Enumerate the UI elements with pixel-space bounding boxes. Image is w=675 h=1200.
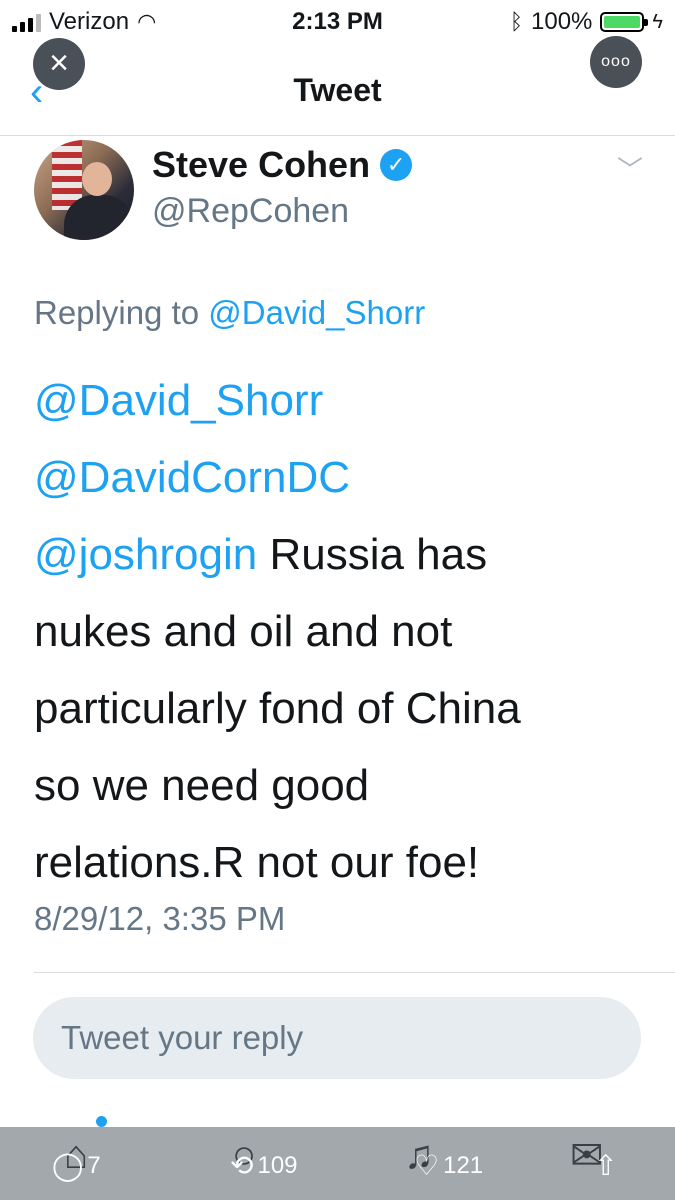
author-name-row[interactable]: Steve Cohen ✓ bbox=[152, 144, 413, 186]
retweet-action[interactable]: ⟲ 109 bbox=[230, 1149, 298, 1182]
notification-dot bbox=[96, 1116, 107, 1127]
tweet-text-line: relations.R not our foe! bbox=[34, 838, 480, 887]
charging-icon: ϟ bbox=[652, 10, 663, 33]
avatar[interactable] bbox=[34, 140, 134, 240]
bluetooth-icon: ᛒ bbox=[509, 9, 524, 34]
mention-link[interactable]: @DavidCornDC bbox=[34, 453, 350, 502]
more-icon: ooo bbox=[601, 53, 631, 70]
mention-link[interactable]: @joshrogin bbox=[34, 530, 257, 579]
tweet-text: @David_Shorr @DavidCornDC @joshrogin Rus… bbox=[34, 362, 634, 901]
tweet-text-line: so we need good bbox=[34, 761, 370, 810]
verified-badge-icon: ✓ bbox=[380, 149, 413, 181]
retweet-count: 109 bbox=[257, 1151, 298, 1179]
tweet-text-line: Russia has bbox=[257, 530, 488, 579]
share-icon: ⇧ bbox=[594, 1150, 618, 1181]
share-action[interactable]: ⇧ bbox=[594, 1149, 617, 1182]
reply-input[interactable]: Tweet your reply bbox=[33, 997, 641, 1079]
retweet-icon: ⟲ bbox=[230, 1150, 254, 1181]
like-action[interactable]: ♡ 121 bbox=[414, 1149, 483, 1182]
replying-to: Replying to @David_Shorr bbox=[34, 294, 425, 332]
bottom-bar: ⌂ ○ ♫ ✉ ◯ 7 ⟲ 109 ♡ 121 ⇧ bbox=[0, 1127, 675, 1200]
tweet-timestamp: 8/29/12, 3:35 PM bbox=[34, 900, 286, 937]
battery-icon bbox=[600, 12, 649, 32]
replying-prefix: Replying to bbox=[34, 294, 200, 331]
reply-action[interactable]: ◯ 7 bbox=[52, 1149, 101, 1182]
author-name: Steve Cohen bbox=[152, 144, 371, 185]
like-count: 121 bbox=[443, 1151, 484, 1179]
tweet-text-line: nukes and oil and not bbox=[34, 607, 453, 656]
replying-to-link[interactable]: @David_Shorr bbox=[208, 294, 425, 331]
nav-divider bbox=[0, 135, 675, 136]
reply-icon: ◯ bbox=[52, 1150, 84, 1181]
status-bar: Verizon ◠ 2:13 PM ᛒ 100% ϟ bbox=[0, 0, 675, 44]
mention-link[interactable]: @David_Shorr bbox=[34, 376, 323, 425]
author-handle[interactable]: @RepCohen bbox=[152, 192, 349, 231]
chevron-down-icon[interactable]: ﹀ bbox=[617, 150, 643, 187]
divider bbox=[34, 972, 675, 973]
battery-percent: 100% bbox=[531, 8, 593, 35]
tweet-text-line: particularly fond of China bbox=[34, 684, 521, 733]
status-right: ᛒ 100% ϟ bbox=[510, 8, 663, 36]
more-options-button[interactable]: ooo bbox=[590, 36, 642, 88]
page-title: Tweet bbox=[293, 72, 382, 108]
reply-count: 7 bbox=[87, 1151, 101, 1179]
heart-icon: ♡ bbox=[414, 1150, 440, 1181]
